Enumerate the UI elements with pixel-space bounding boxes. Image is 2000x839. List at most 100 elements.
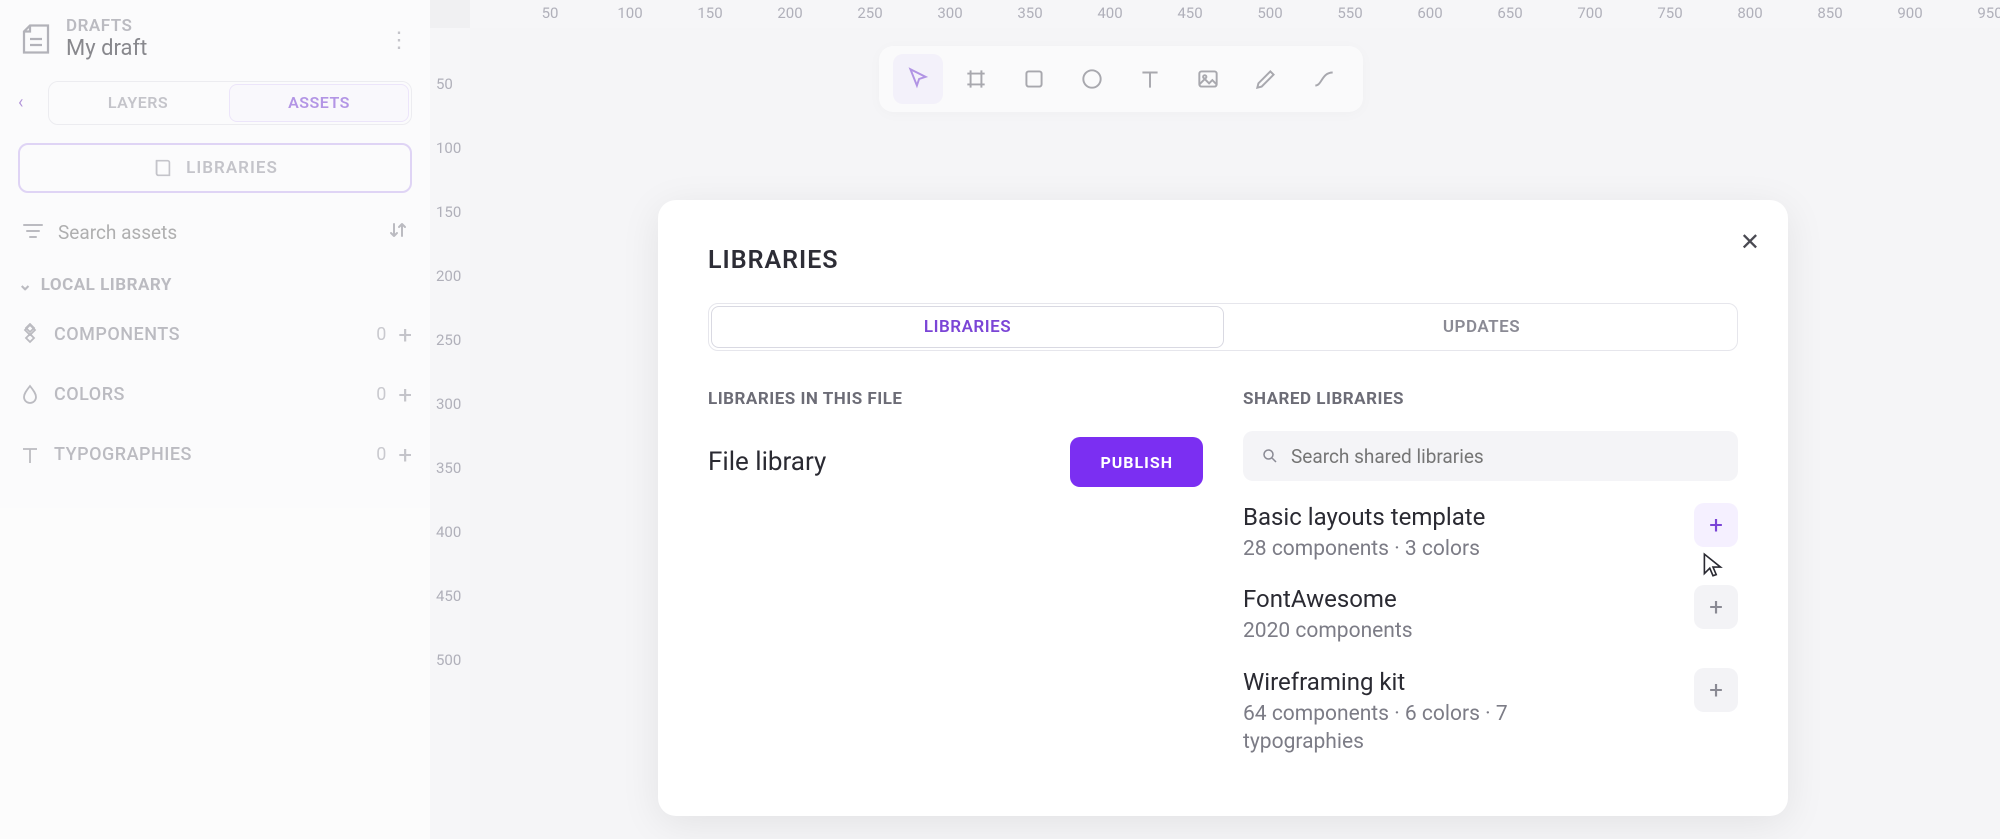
category-components[interactable]: COMPONENTS 0 + [18,315,412,355]
ruler-tick: 450 [1177,4,1202,22]
sidebar-header: DRAFTS My draft ⋮ [18,10,412,75]
libraries-button[interactable]: LIBRARIES [18,143,412,193]
tool-pen[interactable] [1241,54,1291,104]
file-library-name: File library [708,447,826,477]
category-colors[interactable]: COLORS 0 + [18,375,412,415]
shared-library-name: Basic layouts template [1243,503,1485,531]
ruler-tick: 300 [937,4,962,22]
category-typographies[interactable]: TYPOGRAPHIES 0 + [18,435,412,475]
component-icon [18,323,42,347]
add-color-button[interactable]: + [398,381,412,409]
ruler-tick: 950 [1977,4,2000,22]
text-icon [18,443,42,467]
shared-library-name: Wireframing kit [1243,668,1543,696]
filter-icon[interactable] [22,221,44,245]
ruler-tick: 700 [1577,4,1602,22]
add-library-button[interactable]: + [1694,668,1738,712]
add-component-button[interactable]: + [398,321,412,349]
ruler-tick: 600 [1417,4,1442,22]
ruler-tick: 450 [436,587,461,605]
close-icon[interactable]: ✕ [1740,228,1760,256]
ruler-tick: 500 [436,651,461,669]
left-sidebar: DRAFTS My draft ⋮ ‹ LAYERS ASSETS LIBRAR… [0,0,430,839]
category-label: COMPONENTS [54,324,364,345]
back-icon[interactable]: ‹ [18,92,48,113]
add-library-button[interactable]: + [1694,503,1738,547]
tool-move[interactable] [893,54,943,104]
tool-image[interactable] [1183,54,1233,104]
book-icon [152,157,174,179]
ruler-tick: 750 [1657,4,1682,22]
search-icon [1261,447,1279,465]
ruler-tick: 350 [436,459,461,477]
tool-rectangle[interactable] [1009,54,1059,104]
add-library-button[interactable]: + [1694,585,1738,629]
ruler-horizontal[interactable]: 50 100 150 200 250 300 350 400 450 500 5… [470,0,2000,28]
ruler-tick: 800 [1737,4,1762,22]
tool-ellipse[interactable] [1067,54,1117,104]
ruler-tick: 200 [777,4,802,22]
ruler-tick: 50 [436,75,453,93]
shared-library-item: Wireframing kit 64 components · 6 colors… [1243,668,1738,757]
design-toolbar [879,46,1363,112]
libraries-button-label: LIBRARIES [186,158,278,178]
ruler-tick: 900 [1897,4,1922,22]
modal-title: LIBRARIES [708,246,1738,275]
ruler-tick: 650 [1497,4,1522,22]
tool-curve[interactable] [1299,54,1349,104]
shared-heading: SHARED LIBRARIES [1243,389,1738,409]
ruler-tick: 350 [1017,4,1042,22]
shared-libraries-column: SHARED LIBRARIES Basic layouts template … [1243,389,1738,756]
shared-library-meta: 2020 components [1243,617,1413,645]
draft-name[interactable]: My draft [66,36,147,62]
tool-frame[interactable] [951,54,1001,104]
tool-text[interactable] [1125,54,1175,104]
shared-search-input[interactable] [1291,445,1720,468]
ruler-vertical[interactable]: 50 100 150 200 250 300 350 400 450 500 [430,28,470,839]
category-count: 0 [376,324,386,345]
ruler-tick: 250 [857,4,882,22]
ruler-tick: 150 [436,203,461,221]
shared-library-meta: 28 components · 3 colors [1243,535,1485,563]
chevron-down-icon: ⌄ [18,275,33,295]
libraries-modal: ✕ LIBRARIES LIBRARIES UPDATES LIBRARIES … [658,200,1788,816]
category-count: 0 [376,384,386,405]
menu-dots-icon[interactable]: ⋮ [388,28,412,53]
shared-library-item: Basic layouts template 28 components · 3… [1243,503,1738,563]
ruler-tick: 550 [1337,4,1362,22]
search-assets-input[interactable] [58,221,374,244]
modal-tab-libraries[interactable]: LIBRARIES [711,306,1224,348]
ruler-tick: 500 [1257,4,1282,22]
assets-search-row [18,211,412,255]
add-typography-button[interactable]: + [398,441,412,469]
publish-button[interactable]: PUBLISH [1070,437,1203,487]
ruler-tick: 100 [436,139,461,157]
modal-tabs: LIBRARIES UPDATES [708,303,1738,351]
category-label: COLORS [54,384,364,405]
modal-tab-updates[interactable]: UPDATES [1226,304,1737,350]
tab-assets[interactable]: ASSETS [229,84,409,122]
ruler-tick: 300 [436,395,461,413]
sort-icon[interactable] [388,220,408,245]
libraries-in-file-column: LIBRARIES IN THIS FILE File library PUBL… [708,389,1203,756]
ruler-tick: 200 [436,267,461,285]
ruler-tick: 100 [617,4,642,22]
category-count: 0 [376,444,386,465]
ruler-tick: 150 [697,4,722,22]
ruler-tick: 400 [1097,4,1122,22]
category-label: TYPOGRAPHIES [54,444,364,465]
shared-search[interactable] [1243,431,1738,481]
ruler-tick: 50 [542,4,559,22]
shared-library-name: FontAwesome [1243,585,1413,613]
shared-library-item: FontAwesome 2020 components + [1243,585,1738,645]
ruler-tick: 400 [436,523,461,541]
local-library-label: LOCAL LIBRARY [41,275,172,295]
ruler-tick: 250 [436,331,461,349]
file-icon [18,21,54,57]
in-file-heading: LIBRARIES IN THIS FILE [708,389,1203,409]
shared-library-meta: 64 components · 6 colors · 7 typographie… [1243,700,1543,757]
panel-tabs-row: ‹ LAYERS ASSETS [18,81,412,125]
tab-layers[interactable]: LAYERS [49,82,227,124]
drafts-label: DRAFTS [66,16,147,36]
local-library-header[interactable]: ⌄ LOCAL LIBRARY [18,275,412,295]
